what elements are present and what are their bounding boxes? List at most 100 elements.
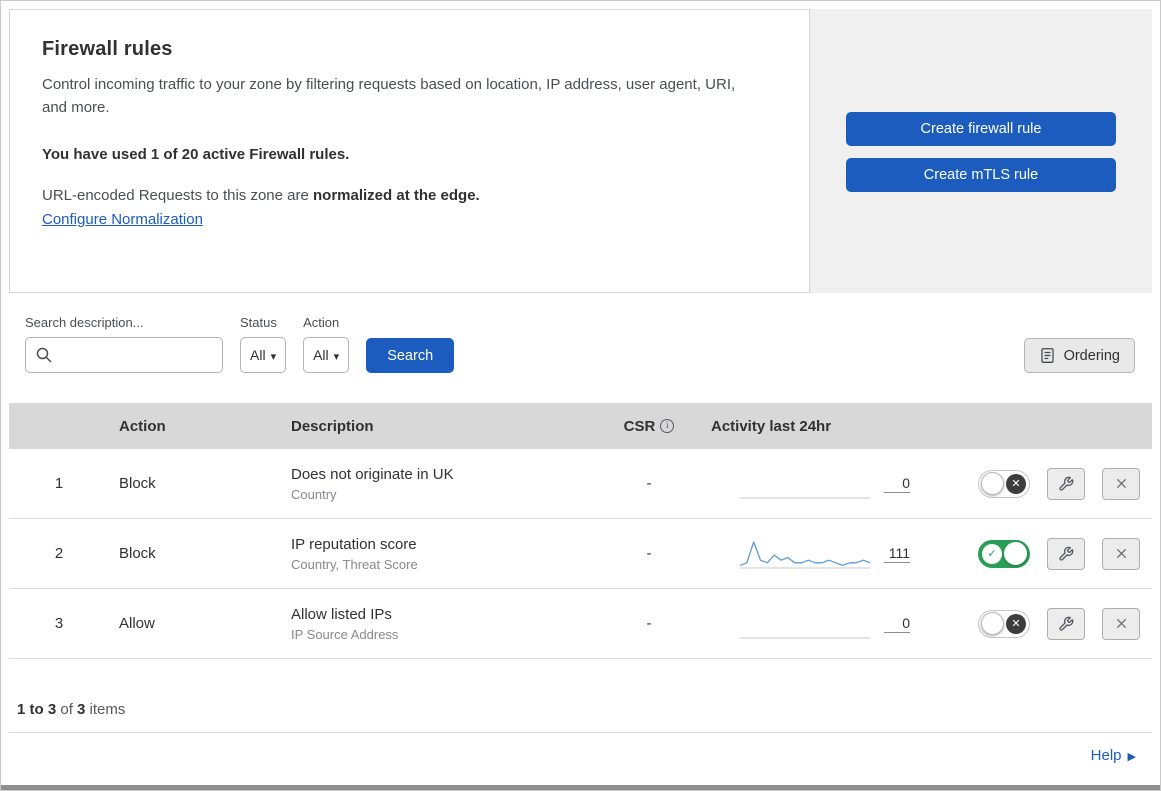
- rule-action: Block: [119, 475, 156, 492]
- edit-rule-button[interactable]: [1047, 467, 1085, 500]
- activity-count-link[interactable]: 111: [884, 544, 910, 564]
- toggle-state-icon: [1006, 613, 1026, 634]
- close-icon: [1116, 618, 1126, 629]
- delete-rule-button[interactable]: [1102, 467, 1140, 500]
- search-input[interactable]: [26, 338, 222, 372]
- action-field: Action All: [303, 315, 350, 373]
- rules-table: Action Description CSR Activity last 24h…: [9, 403, 1152, 659]
- of-text: of: [56, 701, 78, 718]
- column-header-description: Description: [291, 417, 374, 435]
- search-input-wrapper: [25, 337, 223, 373]
- list-icon: [1040, 348, 1054, 363]
- column-header-action: Action: [119, 417, 166, 435]
- rule-controls: [914, 607, 1152, 640]
- csr-header-label: CSR: [623, 417, 656, 435]
- activity-count-link[interactable]: 0: [884, 614, 910, 634]
- rule-controls: [914, 467, 1152, 500]
- toggle-knob: [981, 472, 1004, 495]
- info-icon[interactable]: [660, 419, 675, 433]
- rule-fields: Country: [291, 486, 337, 502]
- edit-rule-button[interactable]: [1047, 537, 1085, 570]
- activity-sparkline: [740, 497, 870, 498]
- delete-rule-button[interactable]: [1102, 607, 1140, 640]
- configure-normalization-link[interactable]: Configure Normalization: [42, 211, 203, 228]
- rule-activity-cell: 0: [699, 469, 914, 499]
- rule-enabled-toggle[interactable]: [978, 539, 1030, 568]
- filter-bar: Search description... Status All Action …: [1, 293, 1160, 403]
- range-text: 1 to 3: [17, 701, 57, 718]
- rule-priority: 1: [54, 475, 64, 492]
- rule-activity-cell: 111: [699, 539, 914, 569]
- rule-description: IP reputation score: [291, 535, 417, 553]
- rule-description-cell: Does not originate in UK Country: [279, 466, 599, 502]
- activity-sparkline: [740, 637, 870, 638]
- wrench-icon: [1059, 616, 1074, 631]
- toggle-knob: [981, 612, 1004, 635]
- activity-count-link[interactable]: 0: [884, 474, 910, 494]
- firewall-rules-page: Firewall rules Control incoming traffic …: [0, 0, 1161, 791]
- table-row: 3 Allow Allow listed IPs IP Source Addre…: [9, 589, 1152, 659]
- chevron-down-icon: [334, 347, 340, 363]
- rule-csr: -: [646, 615, 652, 632]
- action-dropdown-value: All: [313, 347, 329, 363]
- create-mtls-rule-button[interactable]: Create mTLS rule: [846, 158, 1116, 192]
- rule-activity-cell: 0: [699, 609, 914, 639]
- create-firewall-rule-button[interactable]: Create firewall rule: [846, 112, 1116, 146]
- column-header-csr: CSR: [599, 418, 699, 435]
- status-dropdown[interactable]: All: [240, 337, 287, 373]
- normalization-note-bold: normalized at the edge.: [313, 186, 480, 204]
- rule-description-cell: Allow listed IPs IP Source Address: [279, 606, 599, 642]
- close-icon: [1116, 478, 1126, 489]
- rule-controls: [914, 537, 1152, 570]
- ordering-button[interactable]: Ordering: [1023, 338, 1135, 373]
- rule-action: Block: [119, 545, 156, 562]
- rule-csr: -: [646, 545, 652, 562]
- search-icon: [36, 347, 52, 363]
- help-arrow-icon: [1128, 747, 1136, 764]
- status-dropdown-value: All: [250, 347, 266, 363]
- wrench-icon: [1059, 546, 1074, 561]
- action-dropdown[interactable]: All: [303, 337, 350, 373]
- edit-rule-button[interactable]: [1047, 607, 1085, 640]
- toggle-knob: [1004, 542, 1027, 565]
- rule-description: Does not originate in UK: [291, 465, 454, 483]
- help-link[interactable]: Help: [1091, 747, 1136, 764]
- wrench-icon: [1059, 476, 1074, 491]
- pagination-summary: 1 to 3 of 3 items: [9, 659, 1152, 733]
- header-section: Firewall rules Control incoming traffic …: [9, 9, 1152, 293]
- status-label: Status: [240, 315, 277, 330]
- help-link-label: Help: [1090, 746, 1122, 764]
- normalization-note: URL-encoded Requests to this zone are no…: [42, 187, 777, 204]
- rule-description: Allow listed IPs: [291, 605, 392, 623]
- page-description: Control incoming traffic to your zone by…: [42, 76, 736, 117]
- items-text: items: [85, 701, 126, 718]
- close-icon: [1116, 548, 1126, 559]
- activity-sparkline: [740, 540, 870, 568]
- column-header-activity: Activity last 24hr: [711, 417, 832, 435]
- ordering-button-label: Ordering: [1063, 347, 1120, 364]
- table-row: 1 Block Does not originate in UK Country…: [9, 449, 1152, 519]
- rule-fields: IP Source Address: [291, 626, 399, 642]
- toggle-state-icon: [982, 543, 1002, 564]
- header-card: Firewall rules Control incoming traffic …: [9, 9, 810, 293]
- delete-rule-button[interactable]: [1102, 537, 1140, 570]
- search-button[interactable]: Search: [366, 338, 455, 373]
- rule-enabled-toggle[interactable]: [978, 609, 1030, 638]
- table-header-row: Action Description CSR Activity last 24h…: [9, 403, 1152, 449]
- rule-enabled-toggle[interactable]: [978, 469, 1030, 498]
- rule-description-cell: IP reputation score Country, Threat Scor…: [279, 536, 599, 572]
- rule-fields: Country, Threat Score: [291, 556, 418, 572]
- usage-summary: You have used 1 of 20 active Firewall ru…: [42, 145, 350, 163]
- search-label: Search description...: [25, 315, 144, 330]
- bottom-edge-band: [1, 785, 1160, 790]
- search-field: Search description...: [25, 315, 223, 373]
- actions-panel: Create firewall rule Create mTLS rule: [810, 9, 1152, 293]
- rule-priority: 3: [54, 615, 64, 632]
- status-field: Status All: [240, 315, 287, 373]
- rule-priority: 2: [54, 545, 64, 562]
- action-label: Action: [303, 315, 340, 330]
- help-row: Help: [9, 733, 1152, 777]
- chevron-down-icon: [271, 347, 277, 363]
- table-row: 2 Block IP reputation score Country, Thr…: [9, 519, 1152, 589]
- rule-csr: -: [646, 475, 652, 492]
